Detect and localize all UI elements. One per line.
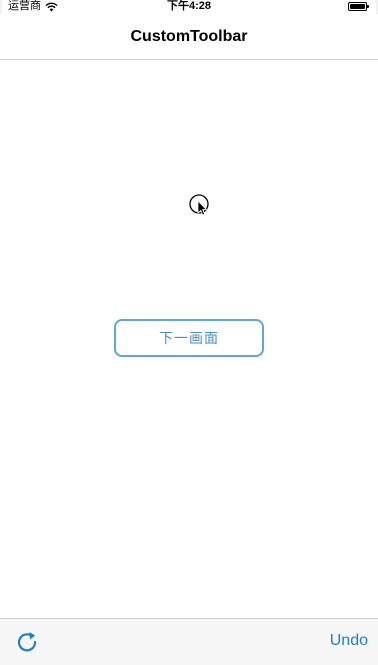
- main-content: 下一画面: [0, 60, 378, 618]
- status-time: 下午4:28: [166, 0, 212, 12]
- battery-fill: [350, 4, 365, 9]
- battery-tip: [367, 5, 369, 8]
- navigation-bar: CustomToolbar: [0, 14, 378, 60]
- screen: 运营商 下午4:28 CustomToolbar 下一画面 Undo: [0, 0, 378, 665]
- refresh-icon[interactable]: [14, 629, 40, 655]
- battery-body: [348, 2, 367, 11]
- bottom-toolbar: Undo: [0, 618, 378, 665]
- mouse-cursor-icon: [188, 193, 214, 221]
- status-bar: 运营商 下午4:28: [0, 0, 378, 14]
- next-screen-button[interactable]: 下一画面: [114, 319, 264, 357]
- battery-icon: [348, 2, 370, 11]
- page-title: CustomToolbar: [130, 28, 248, 45]
- undo-button[interactable]: Undo: [330, 632, 368, 650]
